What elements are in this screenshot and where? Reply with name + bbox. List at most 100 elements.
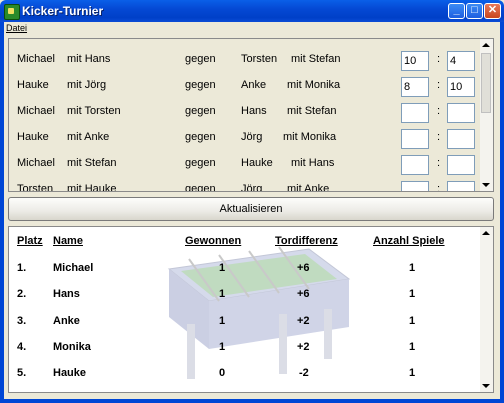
score-separator: : <box>437 53 441 65</box>
name-cell: Michael <box>53 262 94 274</box>
team2-player1: Jörg <box>241 183 263 192</box>
team2-player2: mit Anke <box>287 183 330 192</box>
goal-diff-cell: +6 <box>297 262 310 274</box>
maximize-icon: □ <box>471 4 478 16</box>
goal-diff-cell: +2 <box>297 315 310 327</box>
score-input-team1[interactable]: 8 <box>401 77 429 97</box>
won-cell: 1 <box>219 288 226 300</box>
score-input-team1[interactable]: 10 <box>401 51 429 71</box>
team1-player2: mit Stefan <box>67 157 117 169</box>
match-row: Michael mit Torsten gegen Hans mit Stefa… <box>9 103 479 129</box>
score-input-team2[interactable] <box>447 103 475 123</box>
scroll-down-arrow-icon[interactable] <box>482 384 490 388</box>
match-row: Hauke mit Jörg gegen Anke mit Monika 8 :… <box>9 77 479 103</box>
menu-bar: Datei <box>4 22 500 36</box>
header-tordifferenz: Tordifferenz <box>275 235 338 247</box>
header-gewonnen: Gewonnen <box>185 235 242 247</box>
match-row: Michael mit Stefan gegen Hauke mit Hans … <box>9 155 479 181</box>
score-input-team1[interactable] <box>401 181 429 191</box>
minimize-icon: _ <box>453 4 460 16</box>
match-list-scrollbar[interactable] <box>480 39 493 191</box>
scroll-up-arrow-icon[interactable] <box>482 231 490 235</box>
ranking-scrollbar[interactable] <box>480 227 493 392</box>
close-icon: ✕ <box>487 4 498 16</box>
score-separator: : <box>437 183 441 192</box>
won-cell: 1 <box>219 262 226 274</box>
window-frame-left <box>0 22 4 403</box>
team2-player2: mit Hans <box>291 157 335 169</box>
score-input-team2[interactable] <box>447 181 475 191</box>
match-row: Michael mit Hans gegen Torsten mit Stefa… <box>9 51 479 77</box>
team1-player2: mit Jörg <box>67 79 107 91</box>
score-separator: : <box>437 105 441 117</box>
won-cell: 1 <box>219 341 226 353</box>
team1-player1: Michael <box>17 157 55 169</box>
name-cell: Hauke <box>53 367 87 379</box>
team1-player2: mit Torsten <box>67 105 121 117</box>
team1-player1: Hauke <box>17 79 49 91</box>
score-input-team1[interactable] <box>401 103 429 123</box>
team1-player2: mit Anke <box>67 131 110 143</box>
versus-label: gegen <box>185 183 216 192</box>
foosball-app-icon[interactable] <box>4 4 20 20</box>
scrollbar-thumb[interactable] <box>481 53 491 113</box>
score-input-team2[interactable]: 10 <box>447 77 475 97</box>
versus-label: gegen <box>185 53 216 65</box>
team2-player1: Jörg <box>241 131 263 143</box>
maximize-button[interactable]: □ <box>466 3 483 19</box>
won-cell: 1 <box>219 315 226 327</box>
window-title: Kicker-Turnier <box>22 4 104 18</box>
name-cell: Monika <box>53 341 91 353</box>
rank-cell: 3. <box>17 315 27 327</box>
match-list: Michael mit Hans gegen Torsten mit Stefa… <box>8 38 494 192</box>
scroll-up-arrow-icon[interactable] <box>482 43 490 47</box>
team2-player1: Hauke <box>241 157 273 169</box>
team1-player2: mit Hauke <box>67 183 117 192</box>
match-row: Hauke mit Anke gegen Jörg mit Monika : <box>9 129 479 155</box>
team1-player2: mit Hans <box>67 53 111 65</box>
name-cell: Hans <box>53 288 80 300</box>
rank-cell: 5. <box>17 367 27 379</box>
update-button[interactable]: Aktualisieren <box>8 197 494 221</box>
games-cell: 1 <box>409 341 416 353</box>
score-input-team2[interactable]: 4 <box>447 51 475 71</box>
team2-player1: Torsten <box>241 53 278 65</box>
team1-player1: Torsten <box>17 183 54 192</box>
score-input-team1[interactable] <box>401 155 429 175</box>
foosball-table-illustration <box>167 246 351 379</box>
score-input-team2[interactable] <box>447 155 475 175</box>
minimize-button[interactable]: _ <box>448 3 465 19</box>
header-platz: Platz <box>17 235 43 247</box>
rank-cell: 1. <box>17 262 27 274</box>
won-cell: 0 <box>219 367 226 379</box>
team2-player2: mit Stefan <box>291 53 341 65</box>
close-button[interactable]: ✕ <box>484 3 501 19</box>
team2-player1: Anke <box>241 79 267 91</box>
versus-label: gegen <box>185 157 216 169</box>
score-input-team2[interactable] <box>447 129 475 149</box>
team1-player1: Hauke <box>17 131 49 143</box>
versus-label: gegen <box>185 79 216 91</box>
header-anzahl-spiele: Anzahl Spiele <box>373 235 445 247</box>
score-separator: : <box>437 131 441 143</box>
versus-label: gegen <box>185 131 216 143</box>
goal-diff-cell: -2 <box>299 367 309 379</box>
team1-player1: Michael <box>17 53 55 65</box>
scroll-down-arrow-icon[interactable] <box>482 183 490 187</box>
window-frame-right <box>500 22 504 403</box>
window-frame-bottom <box>0 399 504 403</box>
header-name: Name <box>53 235 83 247</box>
ranking-table: Platz Name Gewonnen Tordifferenz Anzahl … <box>8 226 494 393</box>
title-bar[interactable]: Kicker-Turnier _ □ ✕ <box>0 0 504 22</box>
team2-player1: Hans <box>241 105 267 117</box>
menu-datei[interactable]: Datei <box>6 23 27 33</box>
team2-player2: mit Stefan <box>287 105 337 117</box>
goal-diff-cell: +2 <box>297 341 310 353</box>
score-input-team1[interactable] <box>401 129 429 149</box>
name-cell: Anke <box>53 315 80 327</box>
score-separator: : <box>437 79 441 91</box>
versus-label: gegen <box>185 105 216 117</box>
rank-cell: 2. <box>17 288 27 300</box>
games-cell: 1 <box>409 315 416 327</box>
rank-cell: 4. <box>17 341 27 353</box>
